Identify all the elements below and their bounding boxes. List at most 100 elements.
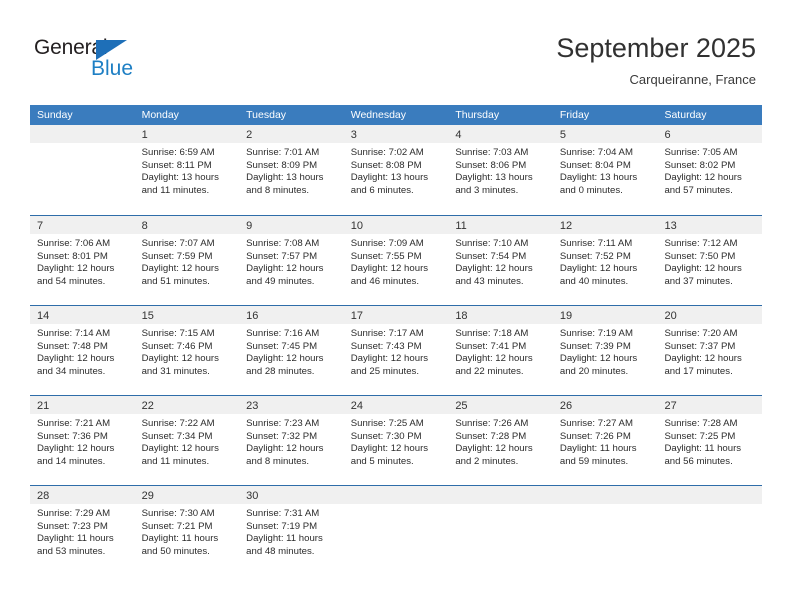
daylight-text-line1: Daylight: 12 hours [455, 263, 533, 275]
sunset-text: Sunset: 7:57 PM [246, 250, 318, 262]
calendar-day-cell[interactable]: 4 Sunrise: 7:03 AM Sunset: 8:06 PM Daylight… [448, 125, 553, 215]
calendar-day-cell[interactable]: 5 Sunrise: 7:04 AM Sunset: 8:04 PM Daylight… [552, 125, 658, 215]
day-number: 28 [37, 490, 50, 502]
sunset-text: Sunset: 7:30 PM [350, 430, 422, 442]
calendar-day-cell[interactable]: 21 Sunrise: 7:21 AM Sunset: 7:36 PM Dayligh… [30, 396, 135, 485]
day-number: 2 [246, 129, 253, 141]
daylight-text-line2: and 31 minutes. [141, 365, 210, 377]
day-number-band: 14 [30, 306, 135, 324]
calendar-day-cell[interactable]: 1 Sunrise: 6:59 AM Sunset: 8:11 PM Daylight… [134, 125, 240, 215]
daylight-text-line2: and 53 minutes. [37, 545, 106, 557]
sunrise-text: Sunrise: 7:19 AM [559, 328, 633, 339]
sunset-text: Sunset: 7:32 PM [246, 430, 318, 442]
calendar-week-row: 7 Sunrise: 7:06 AM Sunset: 8:01 PM Daylight… [30, 215, 763, 305]
daylight-text-line1: Daylight: 12 hours [350, 353, 429, 365]
calendar-day-cell[interactable]: 26 Sunrise: 7:27 AM Sunset: 7:26 PM Dayligh… [552, 396, 658, 485]
calendar-day-cell[interactable]: 20 Sunrise: 7:20 AM Sunset: 7:37 PM Dayligh… [657, 306, 763, 395]
day-number: 23 [246, 400, 259, 412]
calendar-day-cell[interactable]: 10 Sunrise: 7:09 AM Sunset: 7:55 PM Dayligh… [343, 216, 449, 305]
calendar-day-cell-empty [30, 125, 135, 215]
day-number: 20 [664, 310, 677, 322]
day-sun-info: Sunrise: 7:17 AM Sunset: 7:43 PM Daylight:… [344, 324, 449, 378]
calendar-day-cell[interactable]: 24 Sunrise: 7:25 AM Sunset: 7:30 PM Dayligh… [343, 396, 449, 485]
calendar-day-cell[interactable]: 22 Sunrise: 7:22 AM Sunset: 7:34 PM Dayligh… [134, 396, 240, 485]
calendar-day-cell[interactable]: 18 Sunrise: 7:18 AM Sunset: 7:41 PM Dayligh… [448, 306, 553, 395]
daylight-text-line1: Daylight: 11 hours [141, 533, 219, 545]
calendar-day-cell[interactable]: 23 Sunrise: 7:23 AM Sunset: 7:32 PM Dayligh… [239, 396, 344, 485]
day-number: 6 [664, 129, 671, 141]
calendar-day-cell[interactable]: 15 Sunrise: 7:15 AM Sunset: 7:46 PM Dayligh… [134, 306, 240, 395]
calendar-week-row: 14 Sunrise: 7:14 AM Sunset: 7:48 PM Dayligh… [30, 305, 763, 395]
day-number: 16 [246, 310, 259, 322]
sunset-text: Sunset: 7:23 PM [37, 520, 108, 532]
daylight-text-line1: Daylight: 12 hours [559, 263, 638, 275]
calendar-day-cell[interactable]: 12 Sunrise: 7:11 AM Sunset: 7:52 PM Dayligh… [552, 216, 658, 305]
day-sun-info: Sunrise: 7:25 AM Sunset: 7:30 PM Daylight:… [344, 414, 449, 468]
day-sun-info: Sunrise: 7:07 AM Sunset: 7:59 PM Daylight:… [135, 234, 240, 288]
day-number-band [657, 486, 763, 504]
daylight-text-line1: Daylight: 12 hours [455, 443, 533, 455]
day-number: 4 [455, 129, 462, 141]
daylight-text-line2: and 0 minutes. [559, 184, 623, 196]
calendar-day-cell[interactable]: 25 Sunrise: 7:26 AM Sunset: 7:28 PM Dayligh… [448, 396, 553, 485]
sunrise-text: Sunrise: 7:21 AM [37, 418, 111, 429]
daylight-text-line1: Daylight: 12 hours [246, 353, 324, 365]
day-number-band: 2 [239, 125, 344, 143]
calendar-day-cell[interactable]: 17 Sunrise: 7:17 AM Sunset: 7:43 PM Dayligh… [343, 306, 449, 395]
daylight-text-line1: Daylight: 12 hours [141, 263, 219, 275]
day-sun-info: Sunrise: 7:11 AM Sunset: 7:52 PM Daylight:… [553, 234, 658, 288]
calendar-day-cell[interactable]: 9 Sunrise: 7:08 AM Sunset: 7:57 PM Daylight… [239, 216, 344, 305]
sunset-text: Sunset: 7:46 PM [141, 340, 213, 352]
day-sun-info: Sunrise: 7:02 AM Sunset: 8:08 PM Daylight:… [344, 143, 449, 197]
calendar-day-cell[interactable]: 16 Sunrise: 7:16 AM Sunset: 7:45 PM Dayligh… [239, 306, 344, 395]
calendar-day-cell[interactable]: 7 Sunrise: 7:06 AM Sunset: 8:01 PM Daylight… [30, 216, 135, 305]
sunrise-text: Sunrise: 7:07 AM [141, 238, 215, 249]
calendar-day-cell[interactable]: 11 Sunrise: 7:10 AM Sunset: 7:54 PM Dayligh… [448, 216, 553, 305]
day-sun-info: Sunrise: 7:16 AM Sunset: 7:45 PM Daylight:… [239, 324, 344, 378]
calendar-day-cell-empty [448, 486, 553, 575]
daylight-text-line2: and 25 minutes. [350, 365, 420, 377]
calendar-day-cell[interactable]: 2 Sunrise: 7:01 AM Sunset: 8:09 PM Daylight… [239, 125, 344, 215]
day-number-band: 19 [552, 306, 658, 324]
calendar-weeks: 1 Sunrise: 6:59 AM Sunset: 8:11 PM Daylight… [30, 125, 763, 575]
weekday-header-sunday: Sunday [37, 109, 73, 121]
calendar-day-cell[interactable]: 28 Sunrise: 7:29 AM Sunset: 7:23 PM Dayligh… [30, 486, 135, 575]
daylight-text-line2: and 48 minutes. [246, 545, 315, 557]
calendar-week-row: 21 Sunrise: 7:21 AM Sunset: 7:36 PM Dayligh… [30, 395, 763, 485]
sunset-text: Sunset: 8:08 PM [350, 159, 422, 171]
calendar-day-cell[interactable]: 27 Sunrise: 7:28 AM Sunset: 7:25 PM Dayligh… [657, 396, 763, 485]
sunset-text: Sunset: 7:19 PM [246, 520, 318, 532]
daylight-text-line1: Daylight: 12 hours [37, 353, 115, 365]
calendar-week-row: 1 Sunrise: 6:59 AM Sunset: 8:11 PM Daylight… [30, 125, 763, 215]
day-number: 14 [37, 310, 50, 322]
sunset-text: Sunset: 7:55 PM [350, 250, 422, 262]
sunset-text: Sunset: 7:25 PM [664, 430, 736, 442]
day-sun-info: Sunrise: 7:15 AM Sunset: 7:46 PM Daylight:… [135, 324, 240, 378]
sunrise-text: Sunrise: 7:15 AM [141, 328, 215, 339]
calendar-day-cell[interactable]: 14 Sunrise: 7:14 AM Sunset: 7:48 PM Dayligh… [30, 306, 135, 395]
calendar-day-cell[interactable]: 8 Sunrise: 7:07 AM Sunset: 7:59 PM Daylight… [134, 216, 240, 305]
calendar-day-cell[interactable]: 3 Sunrise: 7:02 AM Sunset: 8:08 PM Daylight… [343, 125, 449, 215]
sunset-text: Sunset: 7:52 PM [559, 250, 631, 262]
sunset-text: Sunset: 8:04 PM [559, 159, 631, 171]
calendar-day-cell[interactable]: 30 Sunrise: 7:31 AM Sunset: 7:19 PM Dayligh… [239, 486, 344, 575]
calendar-day-cell[interactable]: 6 Sunrise: 7:05 AM Sunset: 8:02 PM Daylight… [657, 125, 763, 215]
day-number: 5 [559, 129, 567, 141]
calendar-day-cell[interactable]: 19 Sunrise: 7:19 AM Sunset: 7:39 PM Dayligh… [552, 306, 658, 395]
daylight-text-line2: and 28 minutes. [246, 365, 315, 377]
daylight-text-line1: Daylight: 12 hours [37, 443, 115, 455]
calendar-day-cell[interactable]: 29 Sunrise: 7:30 AM Sunset: 7:21 PM Dayligh… [134, 486, 240, 575]
day-number-band: 21 [30, 396, 135, 414]
day-number: 8 [141, 220, 148, 232]
general-blue-logo[interactable]: General Blue [34, 36, 194, 86]
day-sun-info: Sunrise: 7:05 AM Sunset: 8:02 PM Daylight:… [657, 143, 762, 197]
day-sun-info: Sunrise: 7:20 AM Sunset: 7:37 PM Daylight:… [657, 324, 762, 378]
calendar-day-cell[interactable]: 13 Sunrise: 7:12 AM Sunset: 7:50 PM Dayligh… [657, 216, 763, 305]
sunset-text: Sunset: 7:36 PM [37, 430, 108, 442]
daylight-text-line1: Daylight: 13 hours [350, 172, 429, 184]
daylight-text-line2: and 43 minutes. [455, 275, 524, 287]
sunset-text: Sunset: 7:48 PM [37, 340, 108, 352]
day-number-band [343, 486, 449, 504]
daylight-text-line1: Daylight: 13 hours [141, 172, 219, 184]
daylight-text-line1: Daylight: 12 hours [141, 443, 219, 455]
